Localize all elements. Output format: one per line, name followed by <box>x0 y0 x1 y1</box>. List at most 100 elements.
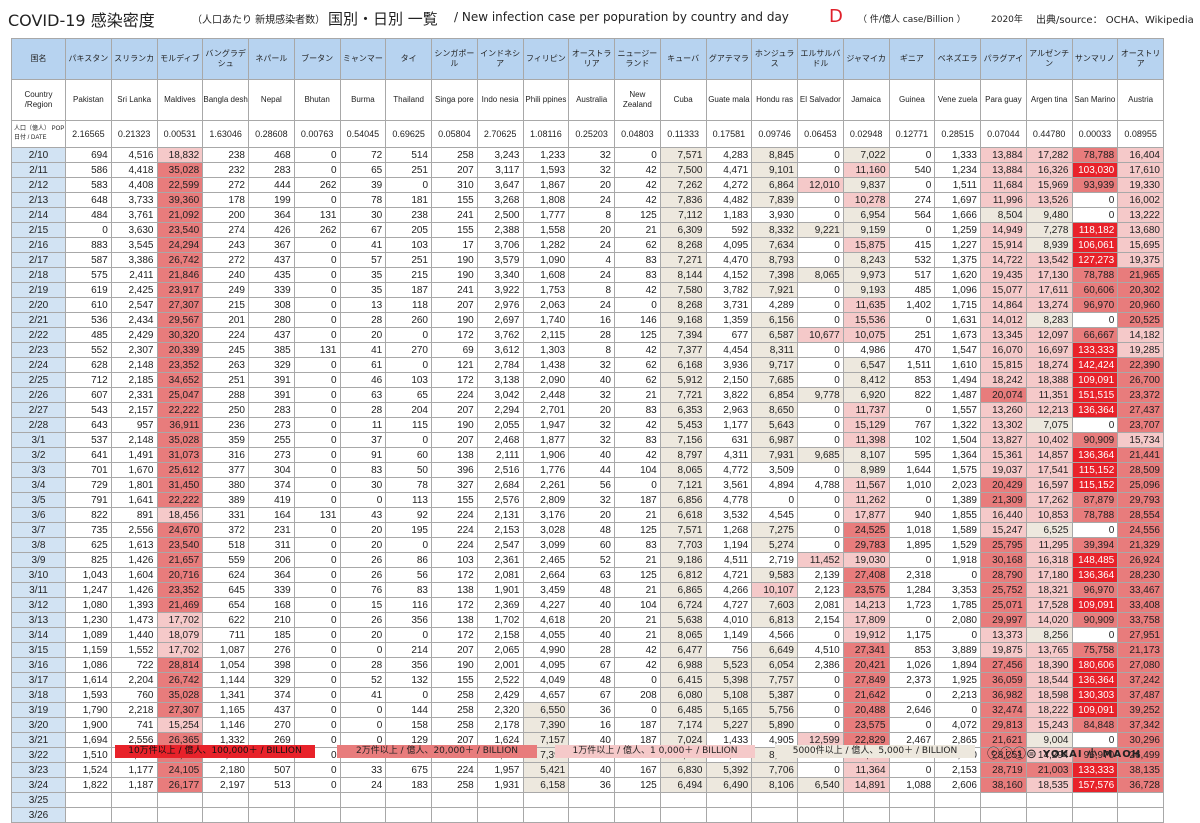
value-cell <box>248 792 295 808</box>
value-cell: 17 <box>431 237 478 253</box>
date-cell: 3/7 <box>11 522 66 538</box>
value-cell: 21 <box>614 507 661 523</box>
value-cell: 32 <box>568 357 615 373</box>
value-cell: 90,909 <box>1071 612 1119 628</box>
value-cell: 26,742 <box>156 252 204 268</box>
value-cell: 0 <box>797 507 844 523</box>
value-cell: 587 <box>65 252 112 268</box>
date-cell: 3/19 <box>11 702 66 718</box>
value-cell: 258 <box>431 777 478 793</box>
infection-table: 国名 パキスタン スリランカ モルディブ バングラデシュ ネパール ブータン ミャンマー タイシ… <box>11 38 1164 823</box>
value-cell: 29,997 <box>980 612 1027 628</box>
value-cell: 26,700 <box>1117 372 1164 388</box>
value-cell: 7,112 <box>659 207 707 223</box>
value-cell: 3,243 <box>476 147 524 163</box>
country-name-jp: ブータン <box>293 38 341 80</box>
value-cell: 3,532 <box>705 507 753 523</box>
table-row: 2/14 484 3,761 21,092 200 364 131 30 238 241 2,500… <box>11 207 1164 223</box>
date-cell: 3/4 <box>11 477 66 493</box>
value-cell: 232 <box>202 162 249 178</box>
country-name-jp: インドネシア <box>476 38 524 80</box>
value-cell: 36 <box>568 777 615 793</box>
value-cell: 0 <box>385 627 432 643</box>
value-cell: 22,222 <box>156 402 204 418</box>
value-cell <box>522 792 570 808</box>
value-cell <box>568 807 615 823</box>
value-cell: 0 <box>797 237 844 253</box>
value-cell: 9,480 <box>1025 207 1073 223</box>
value-cell: 7,836 <box>659 192 707 208</box>
value-cell: 35,028 <box>156 432 204 448</box>
value-cell: 172 <box>431 627 478 643</box>
population-cell: 0.21323 <box>110 120 158 148</box>
country-name-jp: ベネズエラ <box>934 38 981 80</box>
table-row: 2/18 575 2,411 21,846 240 435 0 35 215 190 3,340 1,… <box>11 267 1164 283</box>
value-cell: 2,429 <box>110 327 158 343</box>
value-cell: 17,809 <box>842 612 890 628</box>
value-cell: 2,055 <box>476 417 524 433</box>
value-cell: 4,618 <box>522 612 570 628</box>
value-cell: 1,389 <box>934 492 981 508</box>
value-cell: 16,070 <box>980 342 1027 358</box>
value-cell: 6,856 <box>659 492 707 508</box>
value-cell: 4,283 <box>705 147 753 163</box>
value-cell: 1,183 <box>705 207 753 223</box>
value-cell: 316 <box>202 447 249 463</box>
table-row: 3/7 735 2,556 24,670 372 231 0 20 195 224 2,153 3,0… <box>11 522 1164 538</box>
value-cell: 2,318 <box>888 567 936 583</box>
value-cell: 4,788 <box>797 477 844 493</box>
value-cell: 38,160 <box>980 777 1027 793</box>
value-cell: 3,386 <box>110 252 158 268</box>
value-cell: 3,579 <box>476 252 524 268</box>
value-cell: 21,965 <box>1117 267 1164 283</box>
value-cell: 10,853 <box>1025 507 1073 523</box>
value-cell: 3,731 <box>705 297 753 313</box>
value-cell: 2,373 <box>888 672 936 688</box>
value-cell: 20 <box>339 537 387 553</box>
value-cell: 628 <box>65 357 112 373</box>
value-cell: 15,914 <box>980 237 1027 253</box>
value-cell: 1,867 <box>522 177 570 193</box>
value-cell: 470 <box>888 342 936 358</box>
value-cell: 19,875 <box>980 642 1027 658</box>
population-cell: 0.54045 <box>339 120 387 148</box>
value-cell: 11,996 <box>980 192 1027 208</box>
value-cell: 187 <box>614 492 661 508</box>
value-cell: 29,783 <box>842 537 890 553</box>
value-cell: 16,697 <box>1025 342 1073 358</box>
country-name-en: Sri Lanka <box>110 79 158 121</box>
value-cell: 208 <box>614 687 661 703</box>
value-cell: 18,390 <box>1025 657 1073 673</box>
value-cell: 5,756 <box>751 702 798 718</box>
value-cell: 241 <box>431 282 478 298</box>
value-cell: 1,723 <box>888 597 936 613</box>
date-cell: 3/17 <box>11 672 66 688</box>
value-cell: 518 <box>202 537 249 553</box>
value-cell: 0 <box>293 447 341 463</box>
table-row: 3/5 791 1,641 22,222 389 419 0 0 113 155 2,576 2,80… <box>11 492 1164 508</box>
value-cell: 3,176 <box>522 507 570 523</box>
value-cell: 21,441 <box>1117 447 1164 463</box>
value-cell: 7,685 <box>751 372 798 388</box>
value-cell: 4,095 <box>522 657 570 673</box>
value-cell: 28,509 <box>1117 462 1164 478</box>
value-cell: 21,309 <box>980 492 1027 508</box>
value-cell: 4,311 <box>705 447 753 463</box>
value-cell: 532 <box>888 252 936 268</box>
value-cell: 25,047 <box>156 387 204 403</box>
title-category: 国別・日別 一覧 <box>328 10 438 28</box>
legend-level-4: 10万件以上 / 億人、100,000＋ / BILLION <box>115 745 315 758</box>
value-cell: 1,440 <box>110 627 158 643</box>
value-cell: 0 <box>65 222 112 238</box>
value-cell: 116 <box>385 597 432 613</box>
value-cell <box>797 792 844 808</box>
value-cell: 9,973 <box>842 267 890 283</box>
table-row: 3/11 1,247 1,426 23,352 645 339 0 76 83 138 1,901 3… <box>11 582 1164 598</box>
value-cell: 12,097 <box>1025 327 1073 343</box>
value-cell: 0 <box>293 387 341 403</box>
table-row: 2/16 883 3,545 24,294 243 367 0 41 103 17 3,706 1,2… <box>11 237 1164 253</box>
value-cell: 19,030 <box>842 552 890 568</box>
population-cell: 0.08955 <box>1117 120 1164 148</box>
value-cell: 20,716 <box>156 567 204 583</box>
value-cell: 258 <box>431 147 478 163</box>
